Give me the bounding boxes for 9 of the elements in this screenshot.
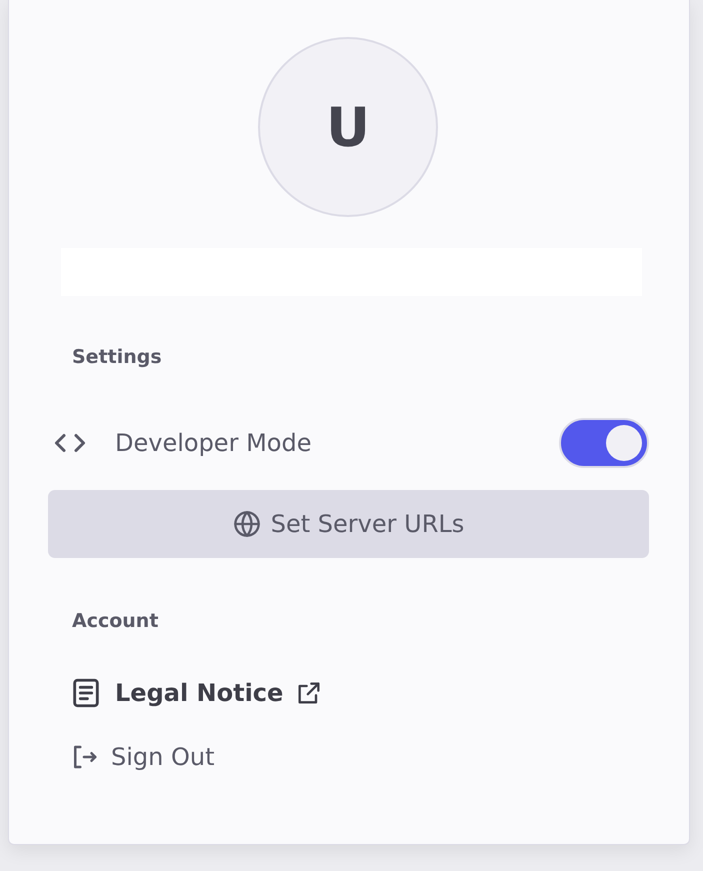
developer-mode-toggle[interactable] <box>559 418 649 468</box>
legal-notice-link[interactable]: Legal Notice <box>69 676 324 710</box>
set-server-urls-button[interactable]: Set Server URLs <box>48 490 649 558</box>
globe-icon <box>232 510 261 538</box>
sign-out-link[interactable]: Sign Out <box>69 742 214 772</box>
developer-mode-label: Developer Mode <box>115 429 312 457</box>
section-heading: Account <box>72 610 158 632</box>
section-heading: Settings <box>72 346 162 368</box>
avatar: U <box>258 37 438 217</box>
